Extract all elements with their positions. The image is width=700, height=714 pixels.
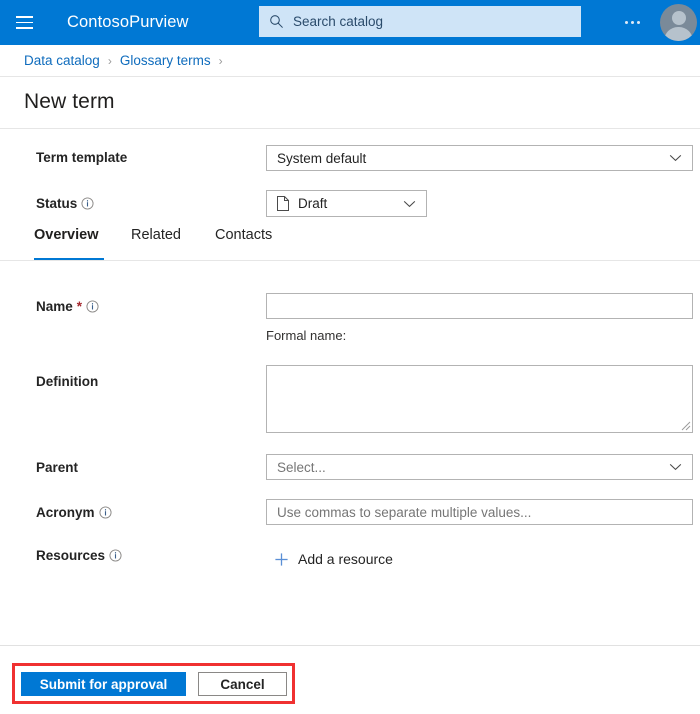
resources-label: Resources (36, 548, 122, 563)
title-divider (0, 128, 700, 129)
page-title: New term (24, 90, 115, 113)
add-resource-label: Add a resource (298, 551, 393, 567)
name-label-text: Name (36, 299, 73, 314)
chevron-right-icon: › (107, 53, 112, 68)
status-dropdown[interactable]: Draft (266, 190, 427, 217)
resize-handle-icon[interactable] (680, 420, 691, 431)
acronym-input[interactable]: Use commas to separate multiple values..… (266, 499, 693, 525)
definition-label: Definition (36, 374, 98, 389)
avatar-head (671, 11, 686, 25)
term-template-label: Term template (36, 150, 127, 165)
tabs-divider (0, 260, 700, 261)
hamburger-line (15, 27, 33, 29)
breadcrumb-item-data-catalog[interactable]: Data catalog (24, 53, 100, 68)
tab-overview[interactable]: Overview (34, 227, 99, 243)
dot (630, 20, 634, 24)
definition-label-text: Definition (36, 374, 99, 389)
info-icon[interactable] (86, 300, 99, 313)
chevron-down-icon (669, 154, 682, 162)
chevron-down-icon (669, 463, 682, 471)
term-template-value: System default (277, 150, 367, 166)
tab-bar: Overview Related Contacts (0, 227, 700, 259)
plus-icon (275, 552, 288, 566)
formal-name-helper: Formal name: (266, 328, 347, 343)
status-value: Draft (298, 196, 328, 211)
parent-label: Parent (36, 460, 78, 475)
parent-label-text: Parent (36, 460, 79, 475)
parent-placeholder: Select... (277, 459, 326, 475)
name-label: Name * (36, 299, 99, 314)
app-window: ContosoPurview Search catalog Data catal… (0, 0, 700, 714)
cancel-button[interactable]: Cancel (198, 672, 287, 696)
parent-dropdown[interactable]: Select... (266, 454, 693, 480)
breadcrumb-item-glossary-terms[interactable]: Glossary terms (120, 53, 211, 68)
search-input[interactable]: Search catalog (259, 6, 581, 37)
info-icon[interactable] (109, 549, 122, 562)
top-navigation-bar: ContosoPurview Search catalog (0, 0, 700, 45)
required-marker: * (76, 299, 83, 314)
status-label-text: Status (36, 196, 78, 211)
definition-textarea[interactable] (266, 365, 693, 433)
hamburger-menu-icon[interactable] (0, 0, 48, 45)
page-document-icon (277, 196, 289, 211)
hamburger-line (15, 16, 33, 18)
name-input[interactable] (266, 293, 693, 319)
more-options-icon[interactable] (620, 15, 644, 29)
footer-divider (0, 645, 700, 646)
info-icon[interactable] (81, 197, 94, 210)
info-icon[interactable] (98, 506, 112, 519)
chevron-down-icon (403, 200, 416, 207)
search-placeholder: Search catalog (293, 14, 384, 29)
acronym-placeholder: Use commas to separate multiple values..… (277, 504, 532, 520)
breadcrumb: Data catalog › Glossary terms › (0, 45, 700, 77)
resources-label-text: Resources (36, 548, 106, 563)
app-brand-title[interactable]: ContosoPurview (67, 13, 189, 32)
status-label: Status (36, 196, 94, 211)
term-template-label-text: Term template (36, 150, 128, 165)
dot (624, 20, 628, 24)
user-avatar-icon[interactable] (660, 4, 697, 41)
avatar-body (664, 27, 693, 41)
tab-related[interactable]: Related (131, 227, 181, 243)
acronym-label: Acronym (36, 505, 112, 520)
tab-contacts[interactable]: Contacts (215, 227, 272, 243)
search-icon (270, 15, 283, 28)
term-template-dropdown[interactable]: System default (266, 145, 693, 171)
dot (636, 20, 640, 24)
submit-for-approval-button[interactable]: Submit for approval (21, 672, 186, 696)
add-resource-button[interactable]: Add a resource (274, 551, 393, 567)
acronym-label-text: Acronym (36, 505, 95, 520)
hamburger-line (15, 21, 33, 24)
chevron-right-icon: › (218, 53, 223, 68)
